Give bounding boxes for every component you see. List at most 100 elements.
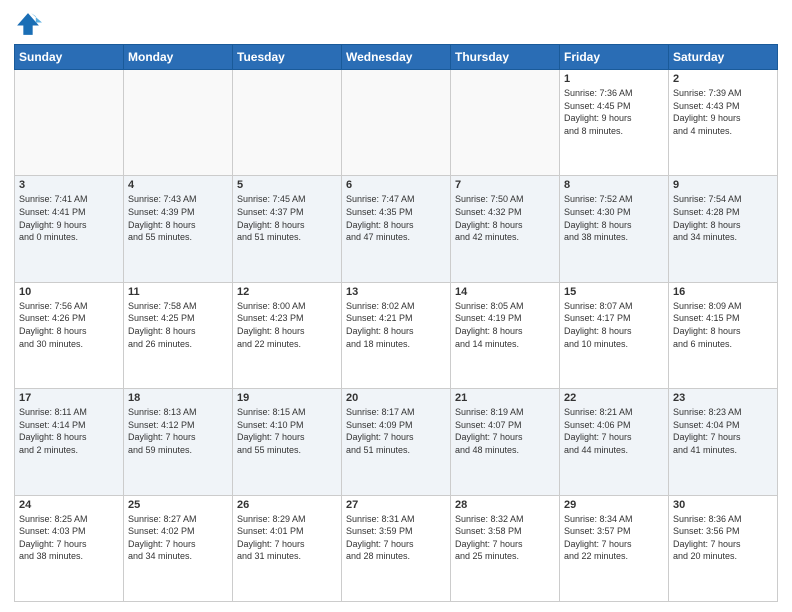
calendar-cell: 20Sunrise: 8:17 AM Sunset: 4:09 PM Dayli…	[342, 389, 451, 495]
weekday-header-thursday: Thursday	[451, 45, 560, 70]
day-number: 2	[673, 73, 773, 85]
calendar-cell	[124, 70, 233, 176]
day-number: 4	[128, 179, 228, 191]
calendar-cell: 8 Sunrise: 7:52 AM Sunset: 4:30 PM Daylig…	[560, 176, 669, 282]
calendar-cell	[342, 70, 451, 176]
weekday-header-row: SundayMondayTuesdayWednesdayThursdayFrid…	[15, 45, 778, 70]
calendar-cell: 13 Sunrise: 8:02 AM Sunset: 4:21 PM Dayli…	[342, 282, 451, 388]
day-number: 6	[346, 179, 446, 191]
day-number: 3	[19, 179, 119, 191]
day-number: 17	[19, 392, 119, 404]
calendar-cell: 30Sunrise: 8:36 AM Sunset: 3:56 PM Dayli…	[669, 495, 778, 601]
day-number: 21	[455, 392, 555, 404]
calendar-cell: 10 Sunrise: 7:56 AM Sunset: 4:26 PM Dayli…	[15, 282, 124, 388]
day-number: 26	[237, 499, 337, 511]
weekday-header-friday: Friday	[560, 45, 669, 70]
calendar-cell: 2 Sunrise: 7:39 AM Sunset: 4:43 PM Daylig…	[669, 70, 778, 176]
weekday-header-sunday: Sunday	[15, 45, 124, 70]
calendar-cell: 14 Sunrise: 8:05 AM Sunset: 4:19 PM Dayli…	[451, 282, 560, 388]
day-info: Sunrise: 7:58 AM Sunset: 4:25 PM Dayligh…	[128, 300, 228, 350]
logo	[14, 10, 46, 38]
calendar-cell: 7 Sunrise: 7:50 AM Sunset: 4:32 PM Daylig…	[451, 176, 560, 282]
day-info: Sunrise: 8:05 AM Sunset: 4:19 PM Dayligh…	[455, 300, 555, 350]
day-info: Sunrise: 7:54 AM Sunset: 4:28 PM Dayligh…	[673, 193, 773, 243]
calendar-cell: 18 Sunrise: 8:13 AM Sunset: 4:12 PM Dayli…	[124, 389, 233, 495]
day-number: 23	[673, 392, 773, 404]
calendar-cell: 17 Sunrise: 8:11 AM Sunset: 4:14 PM Dayli…	[15, 389, 124, 495]
day-number: 28	[455, 499, 555, 511]
day-number: 13	[346, 286, 446, 298]
logo-icon	[14, 10, 42, 38]
day-info: Sunrise: 7:50 AM Sunset: 4:32 PM Dayligh…	[455, 193, 555, 243]
day-number: 29	[564, 499, 664, 511]
day-info: Sunrise: 7:39 AM Sunset: 4:43 PM Dayligh…	[673, 87, 773, 137]
day-info: Sunrise: 8:07 AM Sunset: 4:17 PM Dayligh…	[564, 300, 664, 350]
day-number: 24	[19, 499, 119, 511]
calendar-cell: 11 Sunrise: 7:58 AM Sunset: 4:25 PM Dayli…	[124, 282, 233, 388]
day-info: Sunrise: 8:11 AM Sunset: 4:14 PM Dayligh…	[19, 406, 119, 456]
calendar-cell: 15 Sunrise: 8:07 AM Sunset: 4:17 PM Dayli…	[560, 282, 669, 388]
day-number: 16	[673, 286, 773, 298]
calendar-cell: 4 Sunrise: 7:43 AM Sunset: 4:39 PM Daylig…	[124, 176, 233, 282]
day-number: 20	[346, 392, 446, 404]
day-number: 27	[346, 499, 446, 511]
day-info: Sunrise: 8:02 AM Sunset: 4:21 PM Dayligh…	[346, 300, 446, 350]
calendar-cell: 23 Sunrise: 8:23 AM Sunset: 4:04 PM Dayli…	[669, 389, 778, 495]
day-number: 5	[237, 179, 337, 191]
day-info: Sunrise: 7:45 AM Sunset: 4:37 PM Dayligh…	[237, 193, 337, 243]
day-info: Sunrise: 8:00 AM Sunset: 4:23 PM Dayligh…	[237, 300, 337, 350]
calendar-table: SundayMondayTuesdayWednesdayThursdayFrid…	[14, 44, 778, 602]
day-info: Sunrise: 7:41 AM Sunset: 4:41 PM Dayligh…	[19, 193, 119, 243]
weekday-header-saturday: Saturday	[669, 45, 778, 70]
day-info: Sunrise: 8:09 AM Sunset: 4:15 PM Dayligh…	[673, 300, 773, 350]
week-row-1: 1 Sunrise: 7:36 AM Sunset: 4:45 PM Daylig…	[15, 70, 778, 176]
day-info: Sunrise: 7:56 AM Sunset: 4:26 PM Dayligh…	[19, 300, 119, 350]
day-number: 15	[564, 286, 664, 298]
calendar-cell: 24 Sunrise: 8:25 AM Sunset: 4:03 PM Dayli…	[15, 495, 124, 601]
page: SundayMondayTuesdayWednesdayThursdayFrid…	[0, 0, 792, 612]
day-number: 7	[455, 179, 555, 191]
calendar-cell: 28 Sunrise: 8:32 AM Sunset: 3:58 PM Dayli…	[451, 495, 560, 601]
day-info: Sunrise: 7:52 AM Sunset: 4:30 PM Dayligh…	[564, 193, 664, 243]
calendar-cell	[451, 70, 560, 176]
day-number: 14	[455, 286, 555, 298]
day-info: Sunrise: 8:13 AM Sunset: 4:12 PM Dayligh…	[128, 406, 228, 456]
day-info: Sunrise: 8:21 AM Sunset: 4:06 PM Dayligh…	[564, 406, 664, 456]
day-info: Sunrise: 8:23 AM Sunset: 4:04 PM Dayligh…	[673, 406, 773, 456]
day-number: 19	[237, 392, 337, 404]
calendar-cell: 6 Sunrise: 7:47 AM Sunset: 4:35 PM Daylig…	[342, 176, 451, 282]
calendar-cell: 16 Sunrise: 8:09 AM Sunset: 4:15 PM Dayli…	[669, 282, 778, 388]
day-info: Sunrise: 8:19 AM Sunset: 4:07 PM Dayligh…	[455, 406, 555, 456]
day-info: Sunrise: 8:32 AM Sunset: 3:58 PM Dayligh…	[455, 513, 555, 563]
calendar-cell	[15, 70, 124, 176]
calendar-cell: 1 Sunrise: 7:36 AM Sunset: 4:45 PM Daylig…	[560, 70, 669, 176]
day-number: 18	[128, 392, 228, 404]
weekday-header-wednesday: Wednesday	[342, 45, 451, 70]
day-number: 10	[19, 286, 119, 298]
day-number: 9	[673, 179, 773, 191]
calendar-cell: 26 Sunrise: 8:29 AM Sunset: 4:01 PM Dayli…	[233, 495, 342, 601]
day-number: 30	[673, 499, 773, 511]
week-row-3: 10 Sunrise: 7:56 AM Sunset: 4:26 PM Dayli…	[15, 282, 778, 388]
week-row-5: 24 Sunrise: 8:25 AM Sunset: 4:03 PM Dayli…	[15, 495, 778, 601]
week-row-2: 3 Sunrise: 7:41 AM Sunset: 4:41 PM Daylig…	[15, 176, 778, 282]
day-number: 12	[237, 286, 337, 298]
calendar-cell: 3 Sunrise: 7:41 AM Sunset: 4:41 PM Daylig…	[15, 176, 124, 282]
day-info: Sunrise: 8:34 AM Sunset: 3:57 PM Dayligh…	[564, 513, 664, 563]
day-info: Sunrise: 7:43 AM Sunset: 4:39 PM Dayligh…	[128, 193, 228, 243]
week-row-4: 17 Sunrise: 8:11 AM Sunset: 4:14 PM Dayli…	[15, 389, 778, 495]
calendar-cell: 21 Sunrise: 8:19 AM Sunset: 4:07 PM Dayli…	[451, 389, 560, 495]
weekday-header-tuesday: Tuesday	[233, 45, 342, 70]
day-info: Sunrise: 8:15 AM Sunset: 4:10 PM Dayligh…	[237, 406, 337, 456]
day-info: Sunrise: 8:25 AM Sunset: 4:03 PM Dayligh…	[19, 513, 119, 563]
day-info: Sunrise: 7:47 AM Sunset: 4:35 PM Dayligh…	[346, 193, 446, 243]
day-number: 22	[564, 392, 664, 404]
calendar-cell: 27Sunrise: 8:31 AM Sunset: 3:59 PM Dayli…	[342, 495, 451, 601]
weekday-header-monday: Monday	[124, 45, 233, 70]
day-info: Sunrise: 7:36 AM Sunset: 4:45 PM Dayligh…	[564, 87, 664, 137]
day-number: 11	[128, 286, 228, 298]
day-number: 25	[128, 499, 228, 511]
day-number: 1	[564, 73, 664, 85]
day-number: 8	[564, 179, 664, 191]
day-info: Sunrise: 8:29 AM Sunset: 4:01 PM Dayligh…	[237, 513, 337, 563]
